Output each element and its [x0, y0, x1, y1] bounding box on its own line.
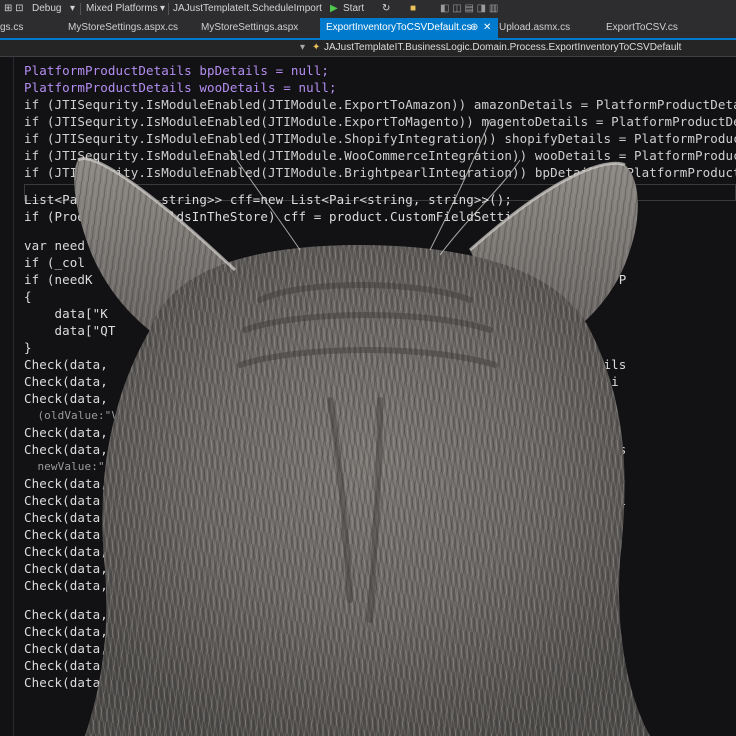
whiskers: [229, 119, 521, 256]
photo: ⊞ ⊡ Debug ▾ Mixed Platforms ▾ JAJustTemp…: [0, 0, 736, 736]
cat-photo: [74, 119, 650, 736]
